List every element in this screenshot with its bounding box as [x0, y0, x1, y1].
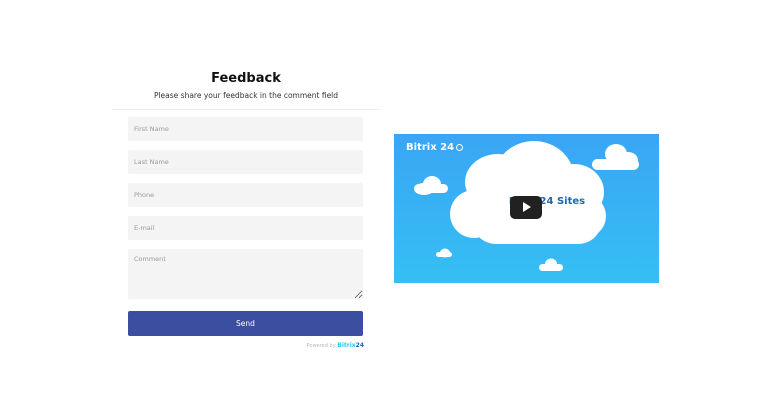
- comment-textarea[interactable]: [128, 249, 363, 299]
- first-name-input[interactable]: [128, 117, 363, 141]
- form-subtitle: Please share your feedback in the commen…: [153, 91, 339, 100]
- clock-icon: [456, 143, 464, 151]
- video-center-title: Bitrix24 Sites: [508, 196, 586, 207]
- send-button[interactable]: Send: [128, 311, 363, 336]
- small-cloud: [414, 176, 448, 195]
- powered-brand: Bitrix: [337, 342, 356, 349]
- divider: [112, 109, 380, 110]
- last-name-input[interactable]: [128, 150, 363, 174]
- play-icon[interactable]: [510, 196, 542, 219]
- bitrix24-logo: Bitrix 24: [406, 142, 464, 153]
- big-cloud: [450, 141, 606, 244]
- powered-by[interactable]: Powered by Bitrix24: [307, 342, 364, 349]
- small-cloud: [539, 258, 563, 271]
- phone-input[interactable]: [128, 183, 363, 207]
- form-title: Feedback: [211, 71, 281, 86]
- powered-by-label: Powered by: [306, 343, 336, 349]
- powered-brand-number: 24: [355, 342, 364, 349]
- email-input[interactable]: [128, 216, 363, 240]
- small-cloud: [436, 248, 452, 258]
- feedback-form: Feedback Please share your feedback in t…: [112, 70, 380, 349]
- small-cloud: [592, 144, 639, 170]
- video-player[interactable]: Bitrix 24 Bitrix24 Sites: [394, 134, 659, 283]
